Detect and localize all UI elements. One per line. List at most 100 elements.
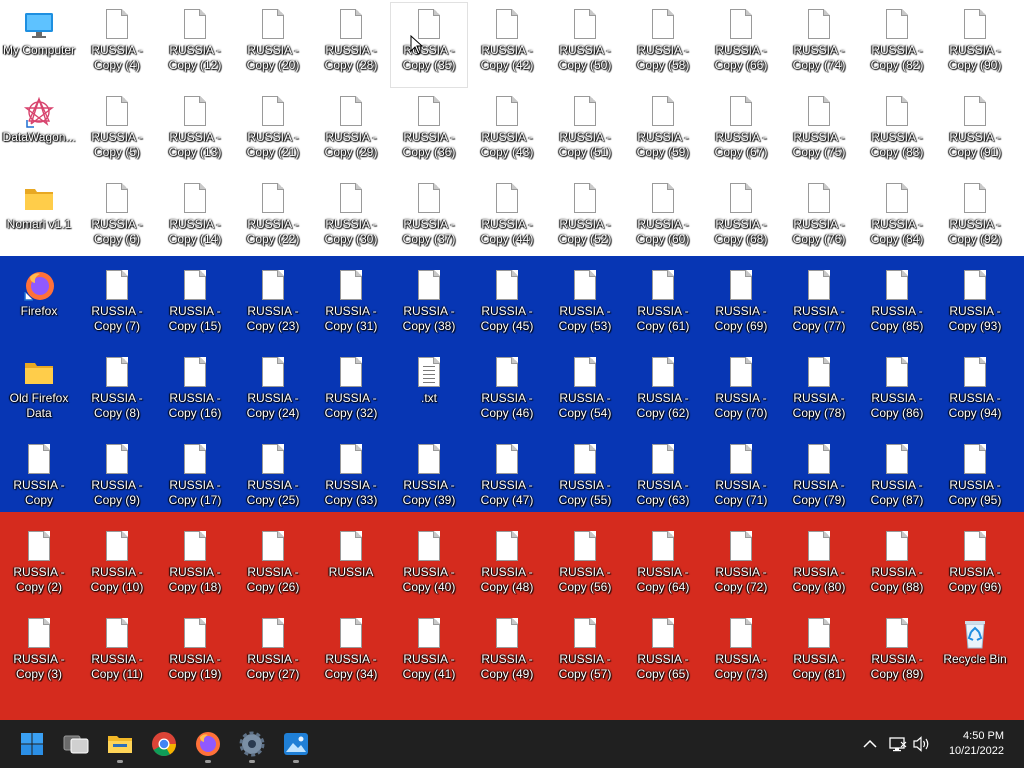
desktop-icon[interactable]: RUSSIA - Copy (33): [313, 438, 389, 522]
desktop-icon[interactable]: RUSSIA - Copy (81): [781, 612, 857, 696]
desktop-icon[interactable]: RUSSIA - Copy (19): [157, 612, 233, 696]
desktop-icon[interactable]: RUSSIA - Copy (27): [235, 612, 311, 696]
desktop-icon[interactable]: RUSSIA - Copy (69): [703, 264, 779, 348]
photos-button[interactable]: [276, 724, 316, 764]
desktop-icon[interactable]: RUSSIA - Copy (70): [703, 351, 779, 435]
desktop-icon[interactable]: RUSSIA - Copy (72): [703, 525, 779, 609]
desktop-icon[interactable]: .txt: [391, 351, 467, 435]
desktop-icon[interactable]: RUSSIA - Copy (53): [547, 264, 623, 348]
desktop-icon[interactable]: RUSSIA - Copy (26): [235, 525, 311, 609]
desktop-icon[interactable]: RUSSIA - Copy (37): [391, 177, 467, 261]
desktop-icon[interactable]: RUSSIA - Copy (6): [79, 177, 155, 261]
desktop-icon[interactable]: RUSSIA - Copy (86): [859, 351, 935, 435]
task-view-button[interactable]: [56, 724, 96, 764]
desktop-icon[interactable]: RUSSIA - Copy (28): [313, 3, 389, 87]
desktop-icon[interactable]: RUSSIA - Copy (32): [313, 351, 389, 435]
desktop-icon[interactable]: RUSSIA - Copy (11): [79, 612, 155, 696]
show-hidden-icons-button[interactable]: [858, 732, 882, 756]
desktop-icon[interactable]: RUSSIA: [313, 525, 389, 609]
desktop-icon[interactable]: RUSSIA - Copy (85): [859, 264, 935, 348]
desktop-icon[interactable]: Old Firefox Data: [1, 351, 77, 435]
desktop-icon[interactable]: RUSSIA - Copy (51): [547, 90, 623, 174]
volume-button[interactable]: [910, 732, 934, 756]
desktop-icon[interactable]: RUSSIA - Copy (66): [703, 3, 779, 87]
desktop-icon[interactable]: RUSSIA - Copy (9): [79, 438, 155, 522]
desktop-icon[interactable]: RUSSIA - Copy (25): [235, 438, 311, 522]
desktop-icon[interactable]: RUSSIA - Copy (54): [547, 351, 623, 435]
desktop-icon[interactable]: RUSSIA - Copy (88): [859, 525, 935, 609]
desktop-icon[interactable]: Recycle Bin: [937, 612, 1013, 696]
desktop-icon[interactable]: RUSSIA - Copy (55): [547, 438, 623, 522]
desktop-icon[interactable]: RUSSIA - Copy (24): [235, 351, 311, 435]
desktop-icon[interactable]: RUSSIA - Copy (15): [157, 264, 233, 348]
desktop-icon[interactable]: RUSSIA - Copy (87): [859, 438, 935, 522]
desktop-icon[interactable]: RUSSIA - Copy: [1, 438, 77, 522]
desktop-icon[interactable]: RUSSIA - Copy (21): [235, 90, 311, 174]
desktop-icon[interactable]: RUSSIA - Copy (77): [781, 264, 857, 348]
desktop-icon[interactable]: RUSSIA - Copy (91): [937, 90, 1013, 174]
desktop-icon[interactable]: RUSSIA - Copy (36): [391, 90, 467, 174]
desktop-icon[interactable]: RUSSIA - Copy (92): [937, 177, 1013, 261]
settings-button[interactable]: [232, 724, 272, 764]
desktop-icon[interactable]: RUSSIA - Copy (52): [547, 177, 623, 261]
desktop-icon[interactable]: RUSSIA - Copy (89): [859, 612, 935, 696]
desktop-icon[interactable]: RUSSIA - Copy (45): [469, 264, 545, 348]
desktop-icon[interactable]: RUSSIA - Copy (43): [469, 90, 545, 174]
desktop-icon[interactable]: RUSSIA - Copy (44): [469, 177, 545, 261]
desktop-icon[interactable]: RUSSIA - Copy (48): [469, 525, 545, 609]
desktop-icon[interactable]: RUSSIA - Copy (34): [313, 612, 389, 696]
desktop-icon[interactable]: RUSSIA - Copy (20): [235, 3, 311, 87]
desktop-icon[interactable]: RUSSIA - Copy (63): [625, 438, 701, 522]
desktop-icon[interactable]: My Computer: [1, 3, 77, 87]
desktop-icon[interactable]: RUSSIA - Copy (62): [625, 351, 701, 435]
desktop-icon[interactable]: RUSSIA - Copy (4): [79, 3, 155, 87]
desktop-icon[interactable]: RUSSIA - Copy (71): [703, 438, 779, 522]
taskbar-clock[interactable]: 4:50 PM 10/21/2022: [944, 729, 1004, 759]
desktop-icon[interactable]: RUSSIA - Copy (58): [625, 3, 701, 87]
desktop-icon[interactable]: RUSSIA - Copy (7): [79, 264, 155, 348]
desktop-icon[interactable]: RUSSIA - Copy (57): [547, 612, 623, 696]
desktop-icon[interactable]: RUSSIA - Copy (31): [313, 264, 389, 348]
desktop-icon[interactable]: RUSSIA - Copy (8): [79, 351, 155, 435]
desktop-icon[interactable]: RUSSIA - Copy (30): [313, 177, 389, 261]
desktop-icon[interactable]: RUSSIA - Copy (75): [781, 90, 857, 174]
desktop-icon[interactable]: RUSSIA - Copy (2): [1, 525, 77, 609]
desktop-icon[interactable]: RUSSIA - Copy (56): [547, 525, 623, 609]
desktop-icon[interactable]: RUSSIA - Copy (14): [157, 177, 233, 261]
desktop-icon[interactable]: RUSSIA - Copy (18): [157, 525, 233, 609]
file-explorer-button[interactable]: [100, 724, 140, 764]
desktop-icon[interactable]: RUSSIA - Copy (90): [937, 3, 1013, 87]
desktop-icon[interactable]: RUSSIA - Copy (41): [391, 612, 467, 696]
desktop-icon[interactable]: RUSSIA - Copy (80): [781, 525, 857, 609]
desktop-icon[interactable]: Firefox: [1, 264, 77, 348]
desktop-icon[interactable]: RUSSIA - Copy (50): [547, 3, 623, 87]
desktop-icon[interactable]: RUSSIA - Copy (40): [391, 525, 467, 609]
desktop-icon[interactable]: RUSSIA - Copy (13): [157, 90, 233, 174]
desktop-icon[interactable]: RUSSIA - Copy (10): [79, 525, 155, 609]
desktop-icon[interactable]: RUSSIA - Copy (64): [625, 525, 701, 609]
desktop-icon[interactable]: RUSSIA - Copy (59): [625, 90, 701, 174]
desktop-icon[interactable]: RUSSIA - Copy (74): [781, 3, 857, 87]
desktop-icon[interactable]: RUSSIA - Copy (94): [937, 351, 1013, 435]
desktop-icon[interactable]: RUSSIA - Copy (47): [469, 438, 545, 522]
desktop-icon[interactable]: RUSSIA - Copy (82): [859, 3, 935, 87]
start-button[interactable]: [12, 724, 52, 764]
desktop-icon[interactable]: RUSSIA - Copy (12): [157, 3, 233, 87]
desktop-icon[interactable]: RUSSIA - Copy (65): [625, 612, 701, 696]
desktop-icon[interactable]: RUSSIA - Copy (79): [781, 438, 857, 522]
desktop-icon[interactable]: RUSSIA - Copy (17): [157, 438, 233, 522]
desktop-icon[interactable]: RUSSIA - Copy (29): [313, 90, 389, 174]
desktop-icon[interactable]: RUSSIA - Copy (22): [235, 177, 311, 261]
chrome-button[interactable]: [144, 724, 184, 764]
desktop-icon[interactable]: RUSSIA - Copy (60): [625, 177, 701, 261]
desktop-icon[interactable]: RUSSIA - Copy (76): [781, 177, 857, 261]
desktop-icon[interactable]: RUSSIA - Copy (67): [703, 90, 779, 174]
desktop-icon[interactable]: RUSSIA - Copy (3): [1, 612, 77, 696]
desktop-icon[interactable]: RUSSIA - Copy (68): [703, 177, 779, 261]
desktop-icon[interactable]: RUSSIA - Copy (93): [937, 264, 1013, 348]
desktop-icon[interactable]: RUSSIA - Copy (78): [781, 351, 857, 435]
desktop-icon[interactable]: DataWagon...: [1, 90, 77, 174]
desktop-icon[interactable]: RUSSIA - Copy (42): [469, 3, 545, 87]
desktop-icon[interactable]: RUSSIA - Copy (5): [79, 90, 155, 174]
desktop-icon[interactable]: Nomari v1.1: [1, 177, 77, 261]
